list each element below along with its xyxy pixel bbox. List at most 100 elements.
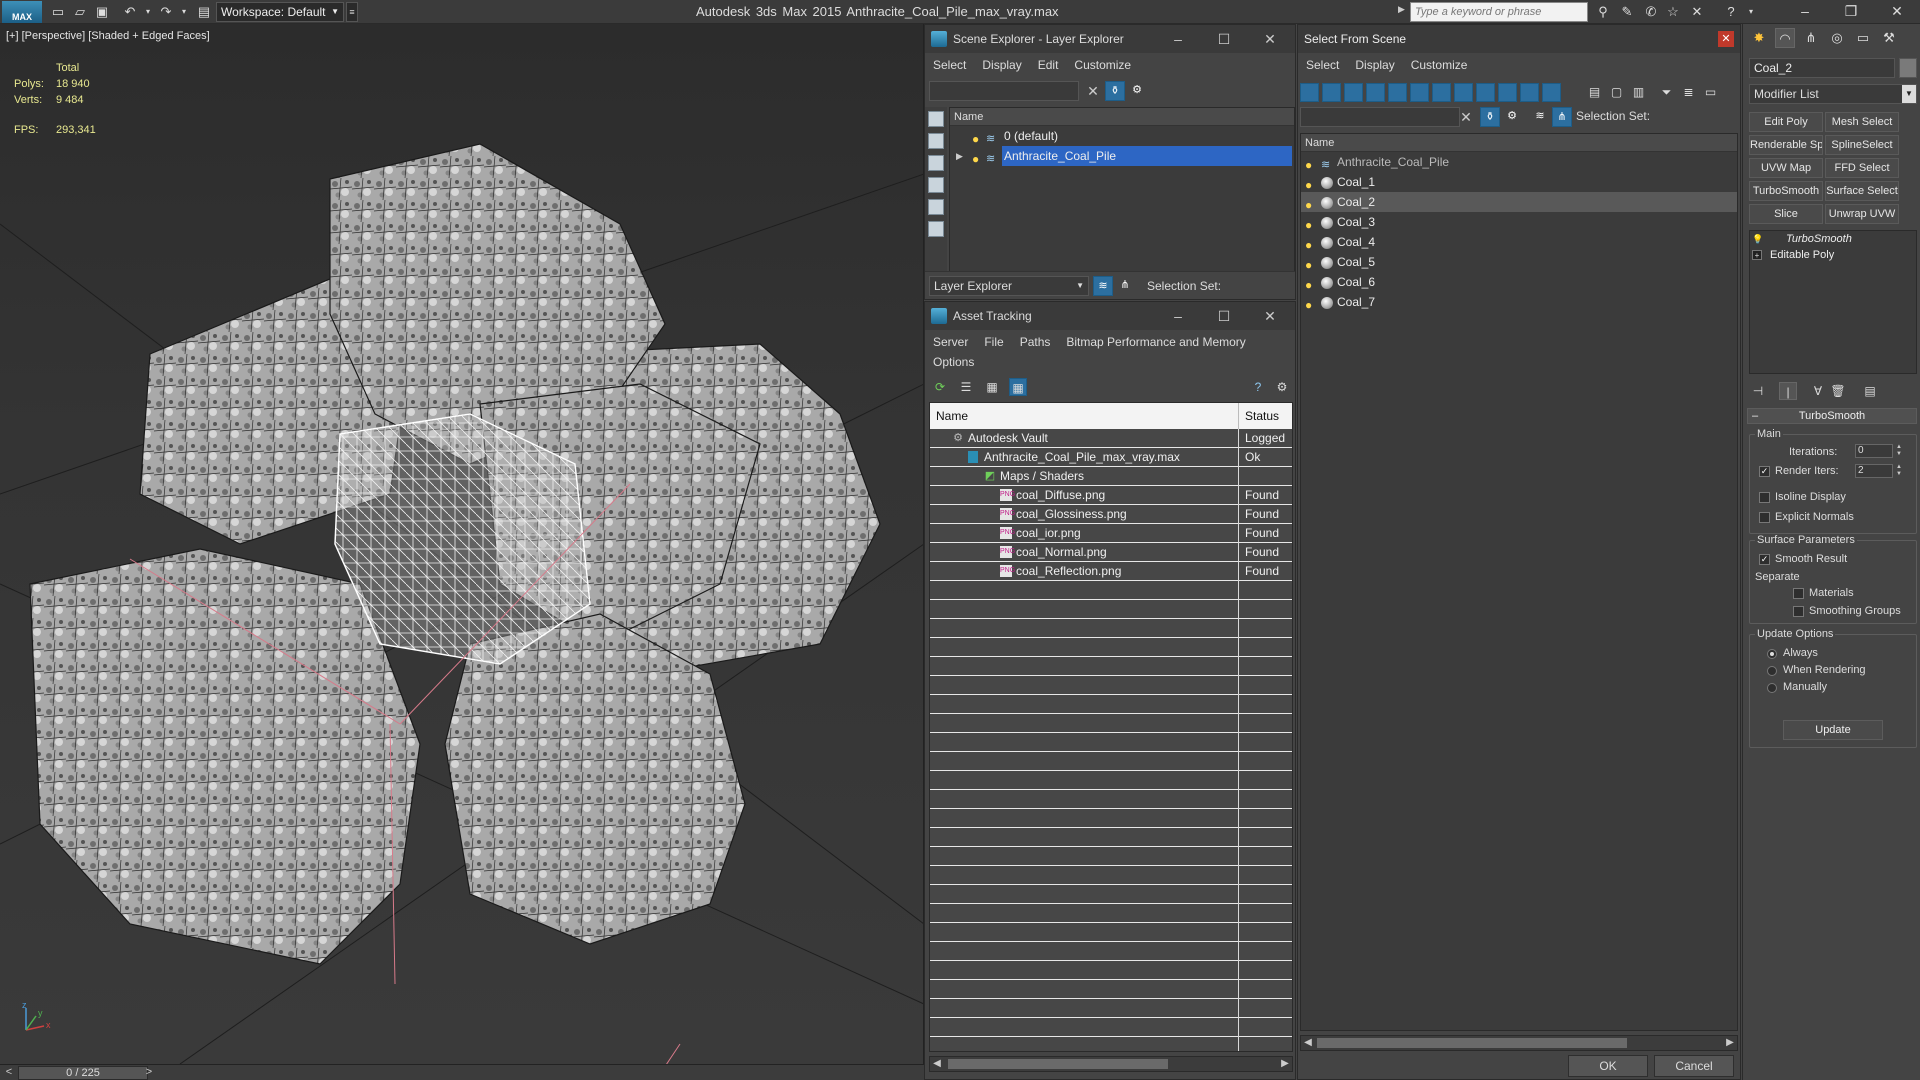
bulb-icon[interactable]: 💡 <box>1752 234 1763 244</box>
list-view-icon[interactable]: ☰ <box>957 378 975 396</box>
edit-poly-button[interactable]: Edit Poly <box>1749 112 1823 132</box>
communication-icon[interactable]: ✆ <box>1642 3 1660 21</box>
display-helpers-icon[interactable] <box>928 199 944 215</box>
horizontal-scrollbar[interactable]: ◀ ▶ <box>929 1056 1293 1072</box>
new-file-icon[interactable]: ▭ <box>50 4 66 20</box>
table-view-icon[interactable]: ▦ <box>1009 378 1027 396</box>
binoculars-icon[interactable]: ⚲ <box>1594 3 1612 21</box>
iterations-spinner[interactable]: 0 <box>1855 444 1893 458</box>
object-row[interactable]: ● Coal_4 <box>1301 232 1737 252</box>
restore-icon[interactable]: ❐ <box>1828 0 1874 24</box>
display-bones-icon[interactable] <box>1476 83 1495 102</box>
rollout-header[interactable]: – TurboSmooth <box>1747 408 1917 424</box>
search-expand-icon[interactable]: ▶ <box>1398 4 1405 15</box>
search-input[interactable]: Type a keyword or phrase <box>1410 2 1588 22</box>
column-header-name[interactable]: Name <box>950 108 1294 126</box>
column-header-name[interactable]: Name <box>1301 134 1737 152</box>
display-geometry-icon[interactable] <box>928 111 944 127</box>
close-icon[interactable]: ✕ <box>1718 31 1734 47</box>
scene-explorer-search-input[interactable] <box>929 81 1079 101</box>
minimize-icon[interactable]: – <box>1155 302 1201 330</box>
minimize-icon[interactable]: – <box>1782 0 1828 24</box>
display-cameras-icon[interactable] <box>928 177 944 193</box>
perspective-viewport[interactable]: [+] [Perspective] [Shaded + Edged Faces]… <box>0 24 924 1064</box>
uvw-map-button[interactable]: UVW Map <box>1749 158 1823 178</box>
filter-toggle-icon[interactable]: ⚱ <box>1105 81 1125 101</box>
remove-modifier-icon[interactable]: 🗑 <box>1829 382 1847 400</box>
maximize-icon[interactable]: ☐ <box>1201 302 1247 330</box>
scroll-left-icon[interactable]: ◀ <box>930 1057 944 1071</box>
materials-checkbox[interactable] <box>1793 588 1804 599</box>
menu-file[interactable]: File <box>976 331 1011 353</box>
filter-options-icon[interactable]: ⚙ <box>1127 81 1147 101</box>
tree-options-icon[interactable]: ≣ <box>1680 84 1697 101</box>
exchange-icon[interactable]: ✕ <box>1688 3 1706 21</box>
spinner-arrows-icon[interactable]: ▲ ▼ <box>1895 464 1903 478</box>
detail-view-icon[interactable]: ▦ <box>983 378 1001 396</box>
display-helpers-icon[interactable] <box>1388 83 1407 102</box>
display-frozen-icon[interactable] <box>1520 83 1539 102</box>
help-icon[interactable]: ? <box>1249 378 1267 396</box>
select-from-scene-search-input[interactable] <box>1300 107 1460 127</box>
table-row[interactable]: PNG coal_Reflection.png Found <box>930 562 1292 581</box>
object-row[interactable]: ● Coal_7 <box>1301 292 1737 312</box>
scroll-thumb[interactable] <box>1317 1038 1627 1048</box>
display-spacewarps-icon[interactable] <box>1410 83 1429 102</box>
layer-row-selected[interactable]: ▶ ● ≋ Anthracite_Coal_Pile <box>950 146 1294 166</box>
modifier-list-dropdown[interactable]: Modifier List ▼ <box>1749 84 1917 104</box>
show-end-result-icon[interactable]: | <box>1779 382 1797 400</box>
object-row[interactable]: ● Coal_5 <box>1301 252 1737 272</box>
table-row[interactable]: PNG coal_Diffuse.png Found <box>930 486 1292 505</box>
render-iters-checkbox[interactable]: ✓ <box>1759 466 1770 477</box>
turbosmooth-button[interactable]: TurboSmooth <box>1749 181 1823 201</box>
explorer-type-dropdown[interactable]: Layer Explorer ▼ <box>929 276 1089 296</box>
favorites-icon[interactable]: ☆ <box>1664 3 1682 21</box>
stack-item-turbosmooth[interactable]: 💡 TurboSmooth <box>1750 231 1916 247</box>
renderable-spline-button[interactable]: Renderable Spline <box>1749 135 1823 155</box>
make-unique-icon[interactable]: ∀ <box>1809 382 1827 400</box>
utilities-tab-icon[interactable]: ⚒ <box>1879 28 1899 48</box>
column-header-status[interactable]: Status <box>1245 409 1279 423</box>
menu-paths[interactable]: Paths <box>1012 331 1059 353</box>
table-row[interactable]: ◩ Maps / Shaders <box>930 467 1292 486</box>
workspace-dropdown[interactable]: Workspace: Default ▼ <box>216 2 344 22</box>
help-icon[interactable]: ? <box>1722 3 1740 21</box>
hierarchy-mode-icon[interactable]: ⋔ <box>1115 276 1135 296</box>
unwrap-uvw-button[interactable]: Unwrap UVW <box>1825 204 1899 224</box>
redo-icon[interactable]: ↷ <box>158 4 174 20</box>
display-cameras-icon[interactable] <box>1366 83 1385 102</box>
scroll-thumb[interactable] <box>948 1059 1168 1069</box>
filter-toggle-icon[interactable]: ⚱ <box>1480 107 1500 127</box>
display-none-icon[interactable]: ▢ <box>1608 84 1625 101</box>
bulb-icon[interactable]: ● <box>972 149 979 169</box>
next-frame-button[interactable]: > <box>142 1065 156 1080</box>
manually-radio[interactable] <box>1767 683 1777 693</box>
app-logo[interactable]: MAX <box>2 1 42 23</box>
collapse-icon[interactable]: ▭ <box>1702 84 1719 101</box>
table-row[interactable]: Anthracite_Coal_Pile_max_vray.max Ok <box>930 448 1292 467</box>
menu-customize[interactable]: Customize <box>1066 54 1139 76</box>
ffd-select-button[interactable]: FFD Select <box>1825 158 1899 178</box>
object-name-field[interactable]: Coal_2 <box>1749 58 1895 78</box>
stack-item-editable-poly[interactable]: + Editable Poly <box>1750 247 1916 263</box>
prev-frame-button[interactable]: < <box>2 1065 16 1080</box>
layer-mode-icon[interactable]: ≋ <box>1530 107 1550 127</box>
isoline-display-checkbox[interactable] <box>1759 492 1770 503</box>
display-hidden-icon[interactable] <box>1542 83 1561 102</box>
display-tab-icon[interactable]: ▭ <box>1853 28 1873 48</box>
menu-select[interactable]: Select <box>1298 54 1347 76</box>
table-row[interactable]: PNG coal_Glossiness.png Found <box>930 505 1292 524</box>
smoothing-groups-checkbox[interactable] <box>1793 606 1804 617</box>
when-rendering-radio[interactable] <box>1767 666 1777 676</box>
scroll-right-icon[interactable]: ▶ <box>1723 1036 1737 1050</box>
motion-tab-icon[interactable]: ◎ <box>1827 28 1847 48</box>
surface-select-button[interactable]: Surface Select <box>1825 181 1899 201</box>
spline-select-button[interactable]: SplineSelect <box>1825 135 1899 155</box>
display-shapes-icon[interactable] <box>928 133 944 149</box>
filter-funnel-icon[interactable]: ⏷ <box>1658 84 1675 101</box>
menu-options[interactable]: Options <box>925 351 982 373</box>
update-button[interactable]: Update <box>1783 720 1883 740</box>
workspace-options-icon[interactable]: ≡ <box>346 2 358 22</box>
expand-arrow-icon[interactable]: ▶ <box>956 146 963 166</box>
refresh-icon[interactable]: ⟳ <box>931 378 949 396</box>
